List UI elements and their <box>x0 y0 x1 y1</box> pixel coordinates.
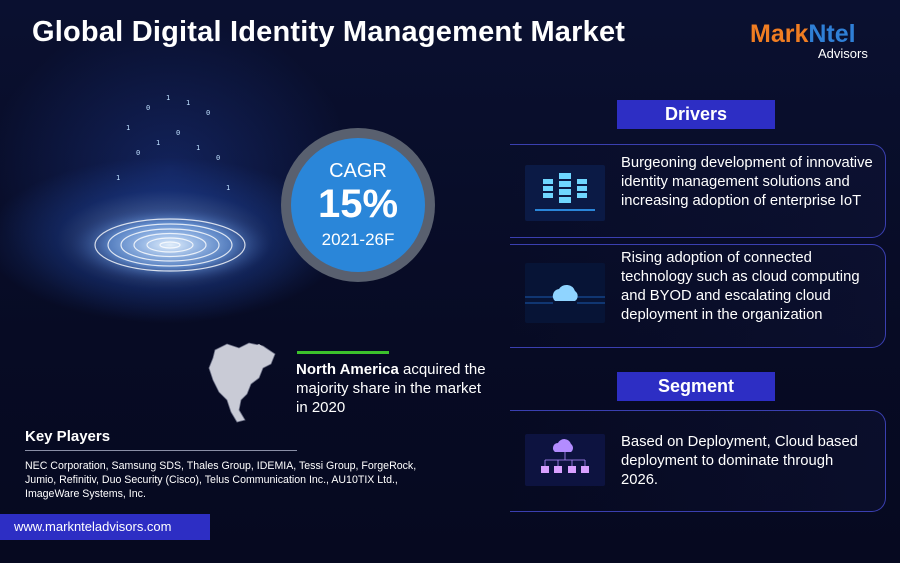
marknetel-logo: MarkNtel Advisors <box>750 22 880 61</box>
region-statement: North America acquired the majority shar… <box>296 360 486 417</box>
svg-text:1: 1 <box>226 184 230 192</box>
cagr-value: 15% <box>317 182 399 226</box>
title-rest: Digital Identity Management Market <box>123 16 626 48</box>
server-stack-icon <box>525 165 605 221</box>
cloud-network-icon <box>525 434 605 486</box>
svg-text:0: 0 <box>216 154 220 162</box>
region-name: North America <box>296 361 399 378</box>
svg-text:1: 1 <box>126 124 130 132</box>
driver-text-1: Burgeoning development of innovative ide… <box>621 155 873 209</box>
page-title: Global Digital Identity Management Marke… <box>32 16 625 49</box>
fingerprint-icon: 1 0 1 1 0 0 1 0 1 0 1 1 <box>70 75 270 283</box>
logo-part1: Mark <box>750 20 809 48</box>
cagr-label: CAGR <box>329 160 387 182</box>
svg-text:0: 0 <box>206 109 210 117</box>
svg-text:0: 0 <box>136 149 140 157</box>
svg-text:0: 0 <box>176 129 180 137</box>
svg-text:1: 1 <box>156 139 160 147</box>
segment-text-1: Based on Deployment, Cloud based deploym… <box>621 434 858 488</box>
svg-text:1: 1 <box>166 94 170 102</box>
key-players-list: NEC Corporation, Samsung SDS, Thales Gro… <box>25 460 417 500</box>
cagr-period: 2021-26F <box>321 230 395 249</box>
north-america-map-icon <box>208 342 276 423</box>
cagr-badge: CAGR 15% 2021-26F <box>291 138 425 272</box>
driver-text-2: Rising adoption of connected technology … <box>621 250 860 323</box>
key-players-title: Key Players <box>25 428 111 445</box>
svg-text:1: 1 <box>116 174 120 182</box>
key-players-divider <box>25 450 297 451</box>
svg-text:0: 0 <box>146 104 150 112</box>
logo-part2: Ntel <box>808 20 856 48</box>
drivers-label: Drivers <box>617 100 775 129</box>
cloud-icon <box>525 263 605 323</box>
website-link[interactable]: www.marknteladvisors.com <box>0 514 210 540</box>
highlight-rule <box>297 351 389 354</box>
svg-text:1: 1 <box>196 144 200 152</box>
svg-text:1: 1 <box>186 99 190 107</box>
logo-sub: Advisors <box>818 46 868 61</box>
segment-label: Segment <box>617 372 775 401</box>
title-bold: Global <box>32 16 124 48</box>
